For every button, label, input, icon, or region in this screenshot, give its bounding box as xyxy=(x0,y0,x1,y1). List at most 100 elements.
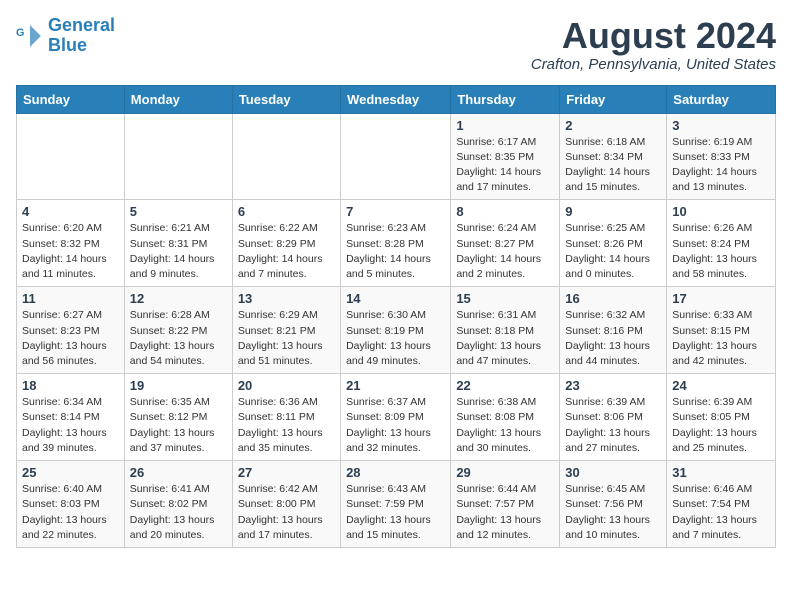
day-info: Sunrise: 6:18 AMSunset: 8:34 PMDaylight:… xyxy=(565,135,661,196)
logo-icon: G xyxy=(16,22,44,50)
calendar-cell: 12 Sunrise: 6:28 AMSunset: 8:22 PMDayligh… xyxy=(124,287,232,374)
day-info: Sunrise: 6:41 AMSunset: 8:02 PMDaylight:… xyxy=(130,482,227,543)
day-info: Sunrise: 6:42 AMSunset: 8:00 PMDaylight:… xyxy=(238,482,335,543)
day-number: 5 xyxy=(130,204,227,219)
day-number: 19 xyxy=(130,378,227,393)
calendar-cell: 29 Sunrise: 6:44 AMSunset: 7:57 PMDayligh… xyxy=(451,461,560,548)
day-info: Sunrise: 6:32 AMSunset: 8:16 PMDaylight:… xyxy=(565,308,661,369)
day-info: Sunrise: 6:26 AMSunset: 8:24 PMDaylight:… xyxy=(672,221,770,282)
day-info: Sunrise: 6:20 AMSunset: 8:32 PMDaylight:… xyxy=(22,221,119,282)
day-number: 30 xyxy=(565,465,661,480)
calendar-cell: 13 Sunrise: 6:29 AMSunset: 8:21 PMDayligh… xyxy=(232,287,340,374)
calendar-cell: 23Sunrise: 6:39 AMSunset: 8:06 PMDayligh… xyxy=(560,374,667,461)
day-number: 2 xyxy=(565,118,661,133)
calendar-cell: 30 Sunrise: 6:45 AMSunset: 7:56 PMDayligh… xyxy=(560,461,667,548)
calendar-cell: 8 Sunrise: 6:24 AMSunset: 8:27 PMDaylight… xyxy=(451,200,560,287)
calendar-cell xyxy=(124,113,232,200)
page-header: G General Blue August 2024 Crafton, Penn… xyxy=(16,16,776,73)
calendar-cell: 26 Sunrise: 6:41 AMSunset: 8:02 PMDayligh… xyxy=(124,461,232,548)
day-info: Sunrise: 6:44 AMSunset: 7:57 PMDaylight:… xyxy=(456,482,554,543)
calendar-table: SundayMondayTuesdayWednesdayThursdayFrid… xyxy=(16,85,776,548)
calendar-cell: 25 Sunrise: 6:40 AMSunset: 8:03 PMDayligh… xyxy=(17,461,125,548)
calendar-cell: 11 Sunrise: 6:27 AMSunset: 8:23 PMDayligh… xyxy=(17,287,125,374)
day-number: 10 xyxy=(672,204,770,219)
day-info: Sunrise: 6:34 AMSunset: 8:14 PMDaylight:… xyxy=(22,395,119,456)
day-info: Sunrise: 6:24 AMSunset: 8:27 PMDaylight:… xyxy=(456,221,554,282)
day-number: 9 xyxy=(565,204,661,219)
day-info: Sunrise: 6:37 AMSunset: 8:09 PMDaylight:… xyxy=(346,395,445,456)
calendar-cell: 4 Sunrise: 6:20 AMSunset: 8:32 PMDaylight… xyxy=(17,200,125,287)
day-info: Sunrise: 6:28 AMSunset: 8:22 PMDaylight:… xyxy=(130,308,227,369)
day-number: 24 xyxy=(672,378,770,393)
day-info: Sunrise: 6:27 AMSunset: 8:23 PMDaylight:… xyxy=(22,308,119,369)
day-info: Sunrise: 6:40 AMSunset: 8:03 PMDaylight:… xyxy=(22,482,119,543)
logo: G General Blue xyxy=(16,16,115,56)
day-info: Sunrise: 6:22 AMSunset: 8:29 PMDaylight:… xyxy=(238,221,335,282)
day-info: Sunrise: 6:17 AMSunset: 8:35 PMDaylight:… xyxy=(456,135,554,196)
calendar-week-3: 11 Sunrise: 6:27 AMSunset: 8:23 PMDayligh… xyxy=(17,287,776,374)
day-info: Sunrise: 6:30 AMSunset: 8:19 PMDaylight:… xyxy=(346,308,445,369)
calendar-cell xyxy=(232,113,340,200)
day-number: 18 xyxy=(22,378,119,393)
day-number: 29 xyxy=(456,465,554,480)
day-number: 8 xyxy=(456,204,554,219)
day-info: Sunrise: 6:45 AMSunset: 7:56 PMDaylight:… xyxy=(565,482,661,543)
calendar-week-4: 18 Sunrise: 6:34 AMSunset: 8:14 PMDayligh… xyxy=(17,374,776,461)
calendar-subtitle: Crafton, Pennsylvania, United States xyxy=(531,56,776,73)
day-number: 12 xyxy=(130,291,227,306)
calendar-cell: 10 Sunrise: 6:26 AMSunset: 8:24 PMDayligh… xyxy=(667,200,776,287)
day-number: 20 xyxy=(238,378,335,393)
day-info: Sunrise: 6:19 AMSunset: 8:33 PMDaylight:… xyxy=(672,135,770,196)
day-number: 6 xyxy=(238,204,335,219)
day-info: Sunrise: 6:38 AMSunset: 8:08 PMDaylight:… xyxy=(456,395,554,456)
day-info: Sunrise: 6:36 AMSunset: 8:11 PMDaylight:… xyxy=(238,395,335,456)
calendar-cell: 6 Sunrise: 6:22 AMSunset: 8:29 PMDaylight… xyxy=(232,200,340,287)
day-number: 13 xyxy=(238,291,335,306)
weekday-header-friday: Friday xyxy=(560,85,667,113)
day-number: 15 xyxy=(456,291,554,306)
calendar-title: August 2024 xyxy=(531,16,776,56)
calendar-cell xyxy=(17,113,125,200)
day-info: Sunrise: 6:39 AMSunset: 8:06 PMDaylight:… xyxy=(565,395,661,456)
day-number: 27 xyxy=(238,465,335,480)
day-info: Sunrise: 6:39 AMSunset: 8:05 PMDaylight:… xyxy=(672,395,770,456)
weekday-header-tuesday: Tuesday xyxy=(232,85,340,113)
day-number: 11 xyxy=(22,291,119,306)
day-number: 28 xyxy=(346,465,445,480)
day-number: 26 xyxy=(130,465,227,480)
day-info: Sunrise: 6:31 AMSunset: 8:18 PMDaylight:… xyxy=(456,308,554,369)
calendar-cell: 27 Sunrise: 6:42 AMSunset: 8:00 PMDayligh… xyxy=(232,461,340,548)
calendar-cell: 18 Sunrise: 6:34 AMSunset: 8:14 PMDayligh… xyxy=(17,374,125,461)
day-number: 16 xyxy=(565,291,661,306)
day-number: 4 xyxy=(22,204,119,219)
weekday-header-saturday: Saturday xyxy=(667,85,776,113)
calendar-cell: 14 Sunrise: 6:30 AMSunset: 8:19 PMDayligh… xyxy=(341,287,451,374)
day-info: Sunrise: 6:35 AMSunset: 8:12 PMDaylight:… xyxy=(130,395,227,456)
day-info: Sunrise: 6:21 AMSunset: 8:31 PMDaylight:… xyxy=(130,221,227,282)
day-info: Sunrise: 6:29 AMSunset: 8:21 PMDaylight:… xyxy=(238,308,335,369)
day-number: 22 xyxy=(456,378,554,393)
calendar-cell: 5 Sunrise: 6:21 AMSunset: 8:31 PMDaylight… xyxy=(124,200,232,287)
calendar-cell: 7Sunrise: 6:23 AMSunset: 8:28 PMDaylight… xyxy=(341,200,451,287)
day-info: Sunrise: 6:25 AMSunset: 8:26 PMDaylight:… xyxy=(565,221,661,282)
day-number: 21 xyxy=(346,378,445,393)
day-info: Sunrise: 6:43 AMSunset: 7:59 PMDaylight:… xyxy=(346,482,445,543)
calendar-cell: 28 Sunrise: 6:43 AMSunset: 7:59 PMDayligh… xyxy=(341,461,451,548)
calendar-cell: 2 Sunrise: 6:18 AMSunset: 8:34 PMDaylight… xyxy=(560,113,667,200)
calendar-cell: 15 Sunrise: 6:31 AMSunset: 8:18 PMDayligh… xyxy=(451,287,560,374)
day-number: 31 xyxy=(672,465,770,480)
calendar-cell: 20 Sunrise: 6:36 AMSunset: 8:11 PMDayligh… xyxy=(232,374,340,461)
calendar-cell: 19 Sunrise: 6:35 AMSunset: 8:12 PMDayligh… xyxy=(124,374,232,461)
day-info: Sunrise: 6:46 AMSunset: 7:54 PMDaylight:… xyxy=(672,482,770,543)
day-number: 1 xyxy=(456,118,554,133)
weekday-header-sunday: Sunday xyxy=(17,85,125,113)
day-number: 25 xyxy=(22,465,119,480)
calendar-cell: 21 Sunrise: 6:37 AMSunset: 8:09 PMDayligh… xyxy=(341,374,451,461)
day-number: 14 xyxy=(346,291,445,306)
weekday-header-row: SundayMondayTuesdayWednesdayThursdayFrid… xyxy=(17,85,776,113)
svg-text:G: G xyxy=(16,27,24,39)
calendar-cell xyxy=(341,113,451,200)
weekday-header-monday: Monday xyxy=(124,85,232,113)
weekday-header-wednesday: Wednesday xyxy=(341,85,451,113)
calendar-cell: 24 Sunrise: 6:39 AMSunset: 8:05 PMDayligh… xyxy=(667,374,776,461)
